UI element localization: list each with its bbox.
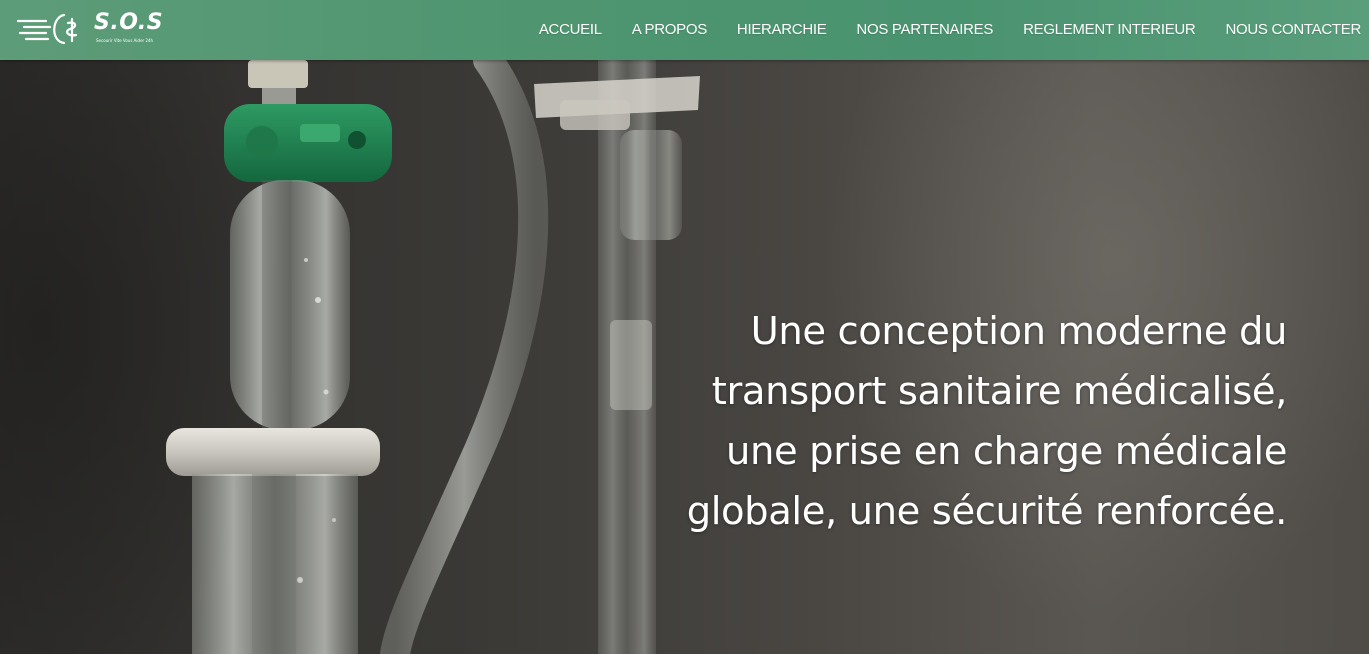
nav-link-accueil[interactable]: ACCUEIL <box>524 21 617 38</box>
nav-link-nous-contacter[interactable]: NOUS CONTACTER <box>1210 21 1361 38</box>
nav-link-hierarchie[interactable]: HIERARCHIE <box>722 21 842 38</box>
hero-headline-line: une prise en charge médicale <box>726 429 1287 474</box>
nav-link-a-propos[interactable]: A PROPOS <box>617 21 722 38</box>
hero-headline-line: globale, une sécurité renforcée. <box>686 489 1288 534</box>
brand-logo[interactable]: S.O.S Secourir Vite Vous Aider 24h <box>16 9 176 49</box>
hero-headline-line: Une conception moderne du <box>750 309 1288 354</box>
page: S.O.S Secourir Vite Vous Aider 24h ACCUE… <box>0 0 1369 654</box>
main-navigation: ACCUEIL A PROPOS HIERARCHIE NOS PARTENAI… <box>524 0 1361 58</box>
ambulance-speed-logo-icon <box>16 13 78 45</box>
top-navbar: S.O.S Secourir Vite Vous Aider 24h ACCUE… <box>0 0 1369 60</box>
brand-name: S.O.S <box>94 10 164 35</box>
hero-headline: Une conception moderne du transport sani… <box>627 302 1288 542</box>
brand-tagline: Secourir Vite Vous Aider 24h <box>96 38 154 43</box>
nav-link-nos-partenaires[interactable]: NOS PARTENAIRES <box>841 21 1008 38</box>
nav-link-reglement-interieur[interactable]: REGLEMENT INTERIEUR <box>1008 21 1210 38</box>
hero-headline-line: transport sanitaire médicalisé, <box>711 369 1288 414</box>
